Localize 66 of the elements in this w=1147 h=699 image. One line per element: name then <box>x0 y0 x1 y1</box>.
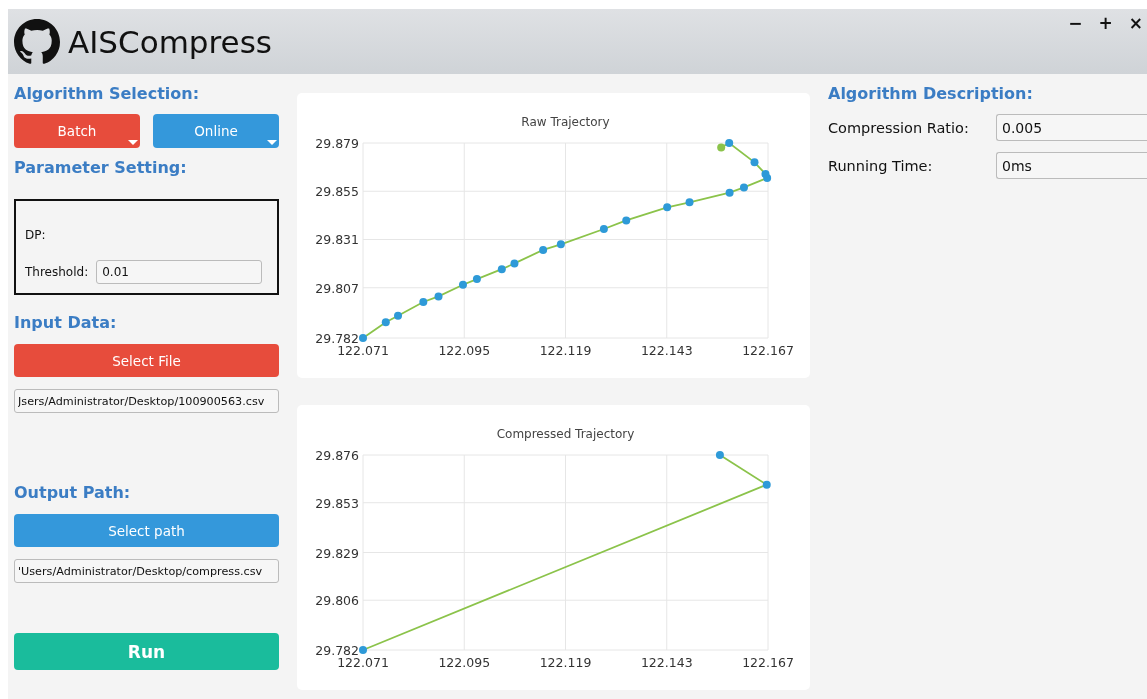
cat-logo-icon <box>14 18 60 65</box>
data-point <box>359 646 367 654</box>
section-heading: Parameter Setting: <box>14 158 188 177</box>
data-point <box>472 275 481 284</box>
data-point <box>497 265 506 274</box>
y-tick-label: 29.876 <box>315 448 359 463</box>
x-tick-label: 122.095 <box>438 655 491 670</box>
data-point <box>556 240 565 249</box>
file-path-field[interactable]: Jsers/Administrator/Desktop/100900563.csv <box>14 389 279 413</box>
algorithm-dropdown[interactable]: Batch <box>14 114 140 148</box>
data-point <box>599 225 608 234</box>
x-tick-label: 122.119 <box>539 343 592 358</box>
y-tick-label: 29.855 <box>315 184 359 200</box>
window-control-button[interactable]: + <box>1094 13 1117 33</box>
data-point <box>725 188 734 197</box>
section-heading: Output Path: <box>14 483 132 502</box>
data-point <box>622 216 631 225</box>
y-tick-label: 29.829 <box>315 545 359 561</box>
threshold-field[interactable]: 0.01 <box>96 260 263 284</box>
data-point <box>381 318 390 327</box>
data-point <box>434 292 443 301</box>
y-tick-label: 29.831 <box>315 232 359 248</box>
x-tick-label: 122.119 <box>539 655 592 670</box>
window-control-button[interactable]: × <box>1124 13 1147 33</box>
x-tick-label: 122.143 <box>640 655 693 670</box>
x-tick-label: 122.071 <box>337 655 389 670</box>
data-point <box>539 245 548 254</box>
y-tick-label: 29.807 <box>315 280 359 296</box>
section-heading: Algorithm Description: <box>828 84 1034 103</box>
field-label: Running Time: <box>828 157 934 174</box>
result-field[interactable]: 0ms <box>996 152 1147 179</box>
data-point <box>459 280 467 289</box>
result-field[interactable]: 0.005 <box>996 114 1147 141</box>
data-point <box>685 198 694 207</box>
section-heading: Algorithm Selection: <box>14 84 201 103</box>
data-point <box>739 183 748 192</box>
x-tick-label: 122.167 <box>742 343 794 358</box>
window-title: AISCompress <box>68 23 272 60</box>
y-tick-label: 29.782 <box>315 331 359 346</box>
chart-title: Compressed Trajectory <box>496 427 635 441</box>
x-tick-label: 122.143 <box>640 343 693 358</box>
x-tick-label: 122.167 <box>742 655 794 670</box>
data-point <box>761 169 770 178</box>
data-point <box>510 259 519 268</box>
data-point <box>394 311 402 320</box>
method-label: DP: <box>25 228 47 242</box>
x-tick-label: 122.071 <box>337 343 389 358</box>
y-tick-label: 29.853 <box>315 495 359 511</box>
data-point <box>663 203 672 212</box>
field-label: Threshold: <box>25 265 89 279</box>
x-tick-label: 122.095 <box>438 343 491 358</box>
select-file-button[interactable]: Select File <box>14 344 279 377</box>
chart-title: Raw Trajectory <box>521 115 610 129</box>
section-heading: Input Data: <box>14 313 118 332</box>
data-point <box>717 143 726 152</box>
data-point <box>762 480 771 489</box>
data-point <box>750 158 759 167</box>
output-path-field[interactable]: 'Users/Administrator/Desktop/compress.csv <box>14 559 279 583</box>
y-tick-label: 29.879 <box>315 136 359 151</box>
y-tick-label: 29.806 <box>315 593 359 609</box>
field-label: Compression Ratio: <box>828 119 970 136</box>
data-point <box>419 298 428 306</box>
y-tick-label: 29.782 <box>315 643 359 658</box>
window-control-button[interactable]: − <box>1064 13 1087 33</box>
data-point <box>715 451 724 459</box>
data-point <box>359 334 367 342</box>
